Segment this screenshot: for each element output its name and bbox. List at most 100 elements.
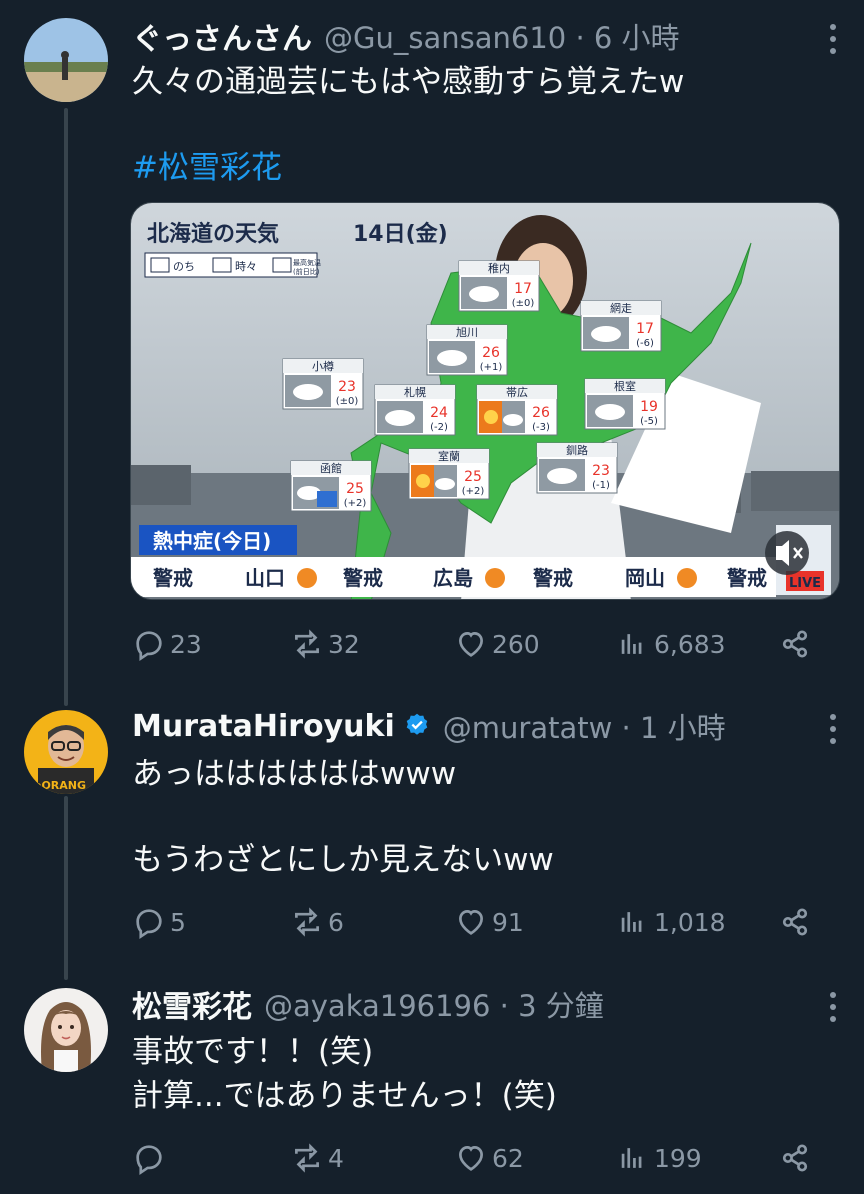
retweet-button[interactable]: 6 — [290, 900, 344, 944]
avatar[interactable] — [24, 988, 108, 1072]
city-temp: 17 — [514, 281, 532, 297]
like-count: 91 — [492, 907, 524, 937]
thread-connector — [64, 796, 68, 980]
weather-city-box: 帯広 26(-3) — [476, 384, 558, 436]
tweet-text-line: 計算...ではありませんっ！(笑) — [132, 1078, 557, 1114]
reply-icon — [136, 1145, 162, 1175]
weather-city-box: 網走 17(-6) — [580, 300, 662, 352]
display-name[interactable]: ぐっさんさん — [132, 14, 312, 58]
ticker-item: 岡山 — [625, 566, 665, 590]
city-temp-diff: (+1) — [480, 362, 503, 373]
retweet-icon — [295, 1143, 319, 1173]
display-name[interactable]: MurataHiroyuki — [132, 709, 395, 744]
tweet-media-video[interactable]: 北海道の天気 14日(金) のち 時々 最高気温 (前日比) 稚内 17 (±0) 網… — [130, 202, 840, 600]
like-count: 260 — [492, 629, 540, 659]
more-options-icon[interactable] — [830, 24, 836, 54]
legend-label: 時々 — [235, 260, 257, 273]
thread-connector — [64, 108, 68, 706]
city-temp: 23 — [338, 379, 356, 395]
city-temp: 23 — [592, 463, 610, 479]
more-options-icon[interactable] — [830, 992, 836, 1022]
tweet-actions: 23 32 260 6,683 — [132, 622, 822, 666]
city-name: 函館 — [320, 461, 342, 475]
city-temp: 24 — [430, 405, 448, 421]
city-temp: 25 — [464, 469, 482, 485]
city-temp-diff: (-2) — [430, 422, 448, 433]
view-count: 199 — [654, 1143, 702, 1173]
avatar[interactable] — [24, 18, 108, 102]
city-temp: 17 — [636, 321, 654, 337]
views-icon — [621, 912, 642, 932]
city-temp: 26 — [532, 405, 550, 421]
city-temp: 25 — [346, 481, 364, 497]
more-options-icon[interactable] — [830, 714, 836, 744]
ticker-item: 警戒 — [343, 566, 383, 590]
heart-icon — [459, 910, 483, 935]
views-button[interactable]: 199 — [616, 1136, 702, 1180]
city-temp-diff: (±0) — [512, 298, 535, 309]
views-button[interactable]: 6,683 — [616, 622, 726, 666]
weather-city-box: 小樽 23(±0) — [282, 358, 364, 410]
heat-face-icon — [677, 568, 697, 588]
views-icon — [621, 1148, 642, 1168]
ticker-item: 警戒 — [533, 566, 573, 590]
city-name: 網走 — [610, 301, 632, 315]
like-button[interactable]: 62 — [454, 1136, 524, 1180]
display-name[interactable]: 松雪彩花 — [132, 982, 252, 1026]
ticker-item: 広島 — [433, 566, 473, 590]
share-button[interactable] — [778, 622, 812, 666]
reply-button[interactable] — [132, 1136, 170, 1180]
like-button[interactable]: 260 — [454, 622, 540, 666]
weather-city-box: 札幌 24(-2) — [374, 384, 456, 436]
retweet-count: 32 — [328, 629, 360, 659]
legend-label: 最高気温 — [293, 258, 321, 267]
city-temp: 19 — [640, 399, 658, 415]
city-name: 根室 — [614, 379, 636, 393]
heat-face-icon — [297, 568, 317, 588]
ticker-item: 警戒 — [727, 566, 767, 590]
reply-count: 5 — [170, 907, 186, 937]
heart-icon — [459, 1146, 483, 1171]
view-count: 1,018 — [654, 907, 726, 937]
city-temp-diff: (+2) — [462, 486, 485, 497]
city-temp-diff: (-5) — [640, 416, 658, 427]
retweet-icon — [295, 907, 319, 937]
tweet-text-line: あっははははははwww — [132, 756, 457, 792]
share-icon — [782, 630, 808, 658]
reply-count: 23 — [170, 629, 202, 659]
reply-button[interactable]: 5 — [132, 900, 186, 944]
retweet-button[interactable]: 4 — [290, 1136, 344, 1180]
weather-city-box: 旭川 26(+1) — [426, 324, 508, 376]
retweet-button[interactable]: 32 — [290, 622, 360, 666]
share-icon — [782, 908, 808, 936]
views-button[interactable]: 1,018 — [616, 900, 726, 944]
tweet-text-line: 久々の通過芸にもはや感動すら覚えたw — [132, 64, 685, 100]
handle-and-time[interactable]: @muratatw · 1 小時 — [443, 705, 726, 747]
retweet-count: 6 — [328, 907, 344, 937]
retweet-count: 4 — [328, 1143, 344, 1173]
share-button[interactable] — [778, 900, 812, 944]
legend-label: のち — [173, 260, 195, 273]
live-badge: LIVE — [789, 576, 821, 591]
weather-title: 北海道の天気 — [147, 221, 279, 247]
reply-icon — [136, 631, 162, 661]
reply-icon — [136, 909, 162, 939]
weather-city-box: 稚内 17(±0) — [458, 260, 540, 312]
retweet-icon — [295, 629, 319, 659]
reply-button[interactable]: 23 — [132, 622, 202, 666]
tweet-text-line: もうわざとにしか見えないww — [132, 842, 554, 878]
city-temp: 26 — [482, 345, 500, 361]
avatar-text: eORANG — [34, 779, 86, 792]
hashtag-link[interactable]: #松雪彩花 — [132, 146, 282, 190]
views-icon — [621, 634, 642, 654]
handle-and-time[interactable]: @Gu_sansan610 · 6 小時 — [324, 15, 680, 57]
city-temp-diff: (+2) — [344, 498, 367, 509]
share-icon — [782, 1144, 808, 1172]
like-button[interactable]: 91 — [454, 900, 524, 944]
share-button[interactable] — [778, 1136, 812, 1180]
weather-city-box: 釧路 23(-1) — [536, 442, 618, 494]
handle-and-time[interactable]: @ayaka196196 · 3 分鐘 — [264, 983, 604, 1025]
tweet-actions: 4 62 199 — [132, 1136, 822, 1180]
ticker-item: 山口 — [245, 566, 285, 590]
avatar[interactable]: eORANG — [24, 710, 108, 794]
